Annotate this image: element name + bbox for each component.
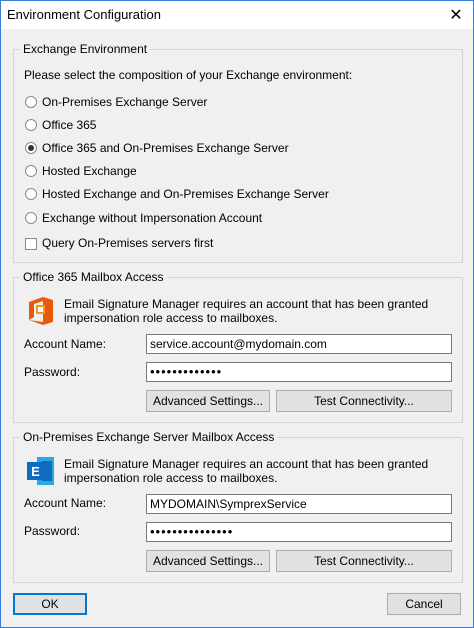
- office-365-account-label: Account Name:: [24, 337, 107, 351]
- on-premises-legend: On-Premises Exchange Server Mailbox Acce…: [20, 430, 278, 444]
- office-365-test-connectivity-button[interactable]: Test Connectivity...: [276, 390, 452, 412]
- on-premises-test-connectivity-button[interactable]: Test Connectivity...: [276, 550, 452, 572]
- on-premises-mailbox-access-group: On-Premises Exchange Server Mailbox Acce…: [13, 430, 463, 583]
- radio-label-office-365-and-on-premises[interactable]: Office 365 and On-Premises Exchange Serv…: [42, 141, 289, 155]
- exchange-icon: E: [27, 457, 54, 485]
- radio-label-exchange-without-impersonation[interactable]: Exchange without Impersonation Account: [42, 211, 262, 225]
- on-premises-account-label: Account Name:: [24, 496, 107, 510]
- office-365-advanced-settings-button[interactable]: Advanced Settings...: [146, 390, 270, 412]
- on-premises-advanced-settings-button[interactable]: Advanced Settings...: [146, 550, 270, 572]
- cancel-button[interactable]: Cancel: [387, 593, 461, 615]
- radio-office-365-and-on-premises[interactable]: [25, 142, 37, 154]
- exchange-environment-group: Exchange Environment Please select the c…: [13, 42, 463, 263]
- radio-exchange-without-impersonation[interactable]: [25, 212, 37, 224]
- ok-button[interactable]: OK: [13, 593, 87, 615]
- on-premises-account-input[interactable]: MYDOMAIN\SymprexService: [146, 494, 452, 514]
- exchange-environment-prompt: Please select the composition of your Ex…: [24, 68, 353, 82]
- office-365-description-line-1: Email Signature Manager requires an acco…: [64, 297, 429, 311]
- radio-on-premises-exchange[interactable]: [25, 96, 37, 108]
- on-premises-description-line-1: Email Signature Manager requires an acco…: [64, 457, 429, 471]
- radio-hosted-exchange[interactable]: [25, 165, 37, 177]
- radio-label-on-premises-exchange[interactable]: On-Premises Exchange Server: [42, 95, 207, 109]
- on-premises-password-label: Password:: [24, 524, 81, 538]
- environment-configuration-dialog: Environment Configuration ✕ Exchange Env…: [0, 0, 474, 628]
- radio-label-hosted-exchange[interactable]: Hosted Exchange: [42, 164, 137, 178]
- exchange-environment-legend: Exchange Environment: [20, 42, 151, 56]
- office-365-password-label: Password:: [24, 365, 81, 379]
- svg-text:E: E: [31, 464, 40, 479]
- office-365-mailbox-access-group: Office 365 Mailbox Access Email Signatur…: [13, 270, 463, 423]
- title-bar: Environment Configuration ✕: [1, 1, 473, 29]
- radio-label-office-365[interactable]: Office 365: [42, 118, 96, 132]
- on-premises-description-line-2: impersonation role access to mailboxes.: [64, 471, 278, 485]
- close-icon[interactable]: ✕: [439, 1, 473, 29]
- office-365-legend: Office 365 Mailbox Access: [20, 270, 167, 284]
- window-title: Environment Configuration: [7, 7, 161, 22]
- query-on-premises-label[interactable]: Query On-Premises servers first: [42, 236, 213, 250]
- on-premises-password-input[interactable]: •••••••••••••••: [146, 522, 452, 542]
- query-on-premises-checkbox[interactable]: [25, 238, 37, 250]
- radio-hosted-and-on-premises[interactable]: [25, 188, 37, 200]
- radio-office-365[interactable]: [25, 119, 37, 131]
- office-365-description-line-2: impersonation role access to mailboxes.: [64, 311, 278, 325]
- office365-icon: [29, 297, 53, 325]
- office-365-account-input[interactable]: service.account@mydomain.com: [146, 334, 452, 354]
- office-365-password-input[interactable]: •••••••••••••: [146, 362, 452, 382]
- radio-label-hosted-and-on-premises[interactable]: Hosted Exchange and On-Premises Exchange…: [42, 187, 329, 201]
